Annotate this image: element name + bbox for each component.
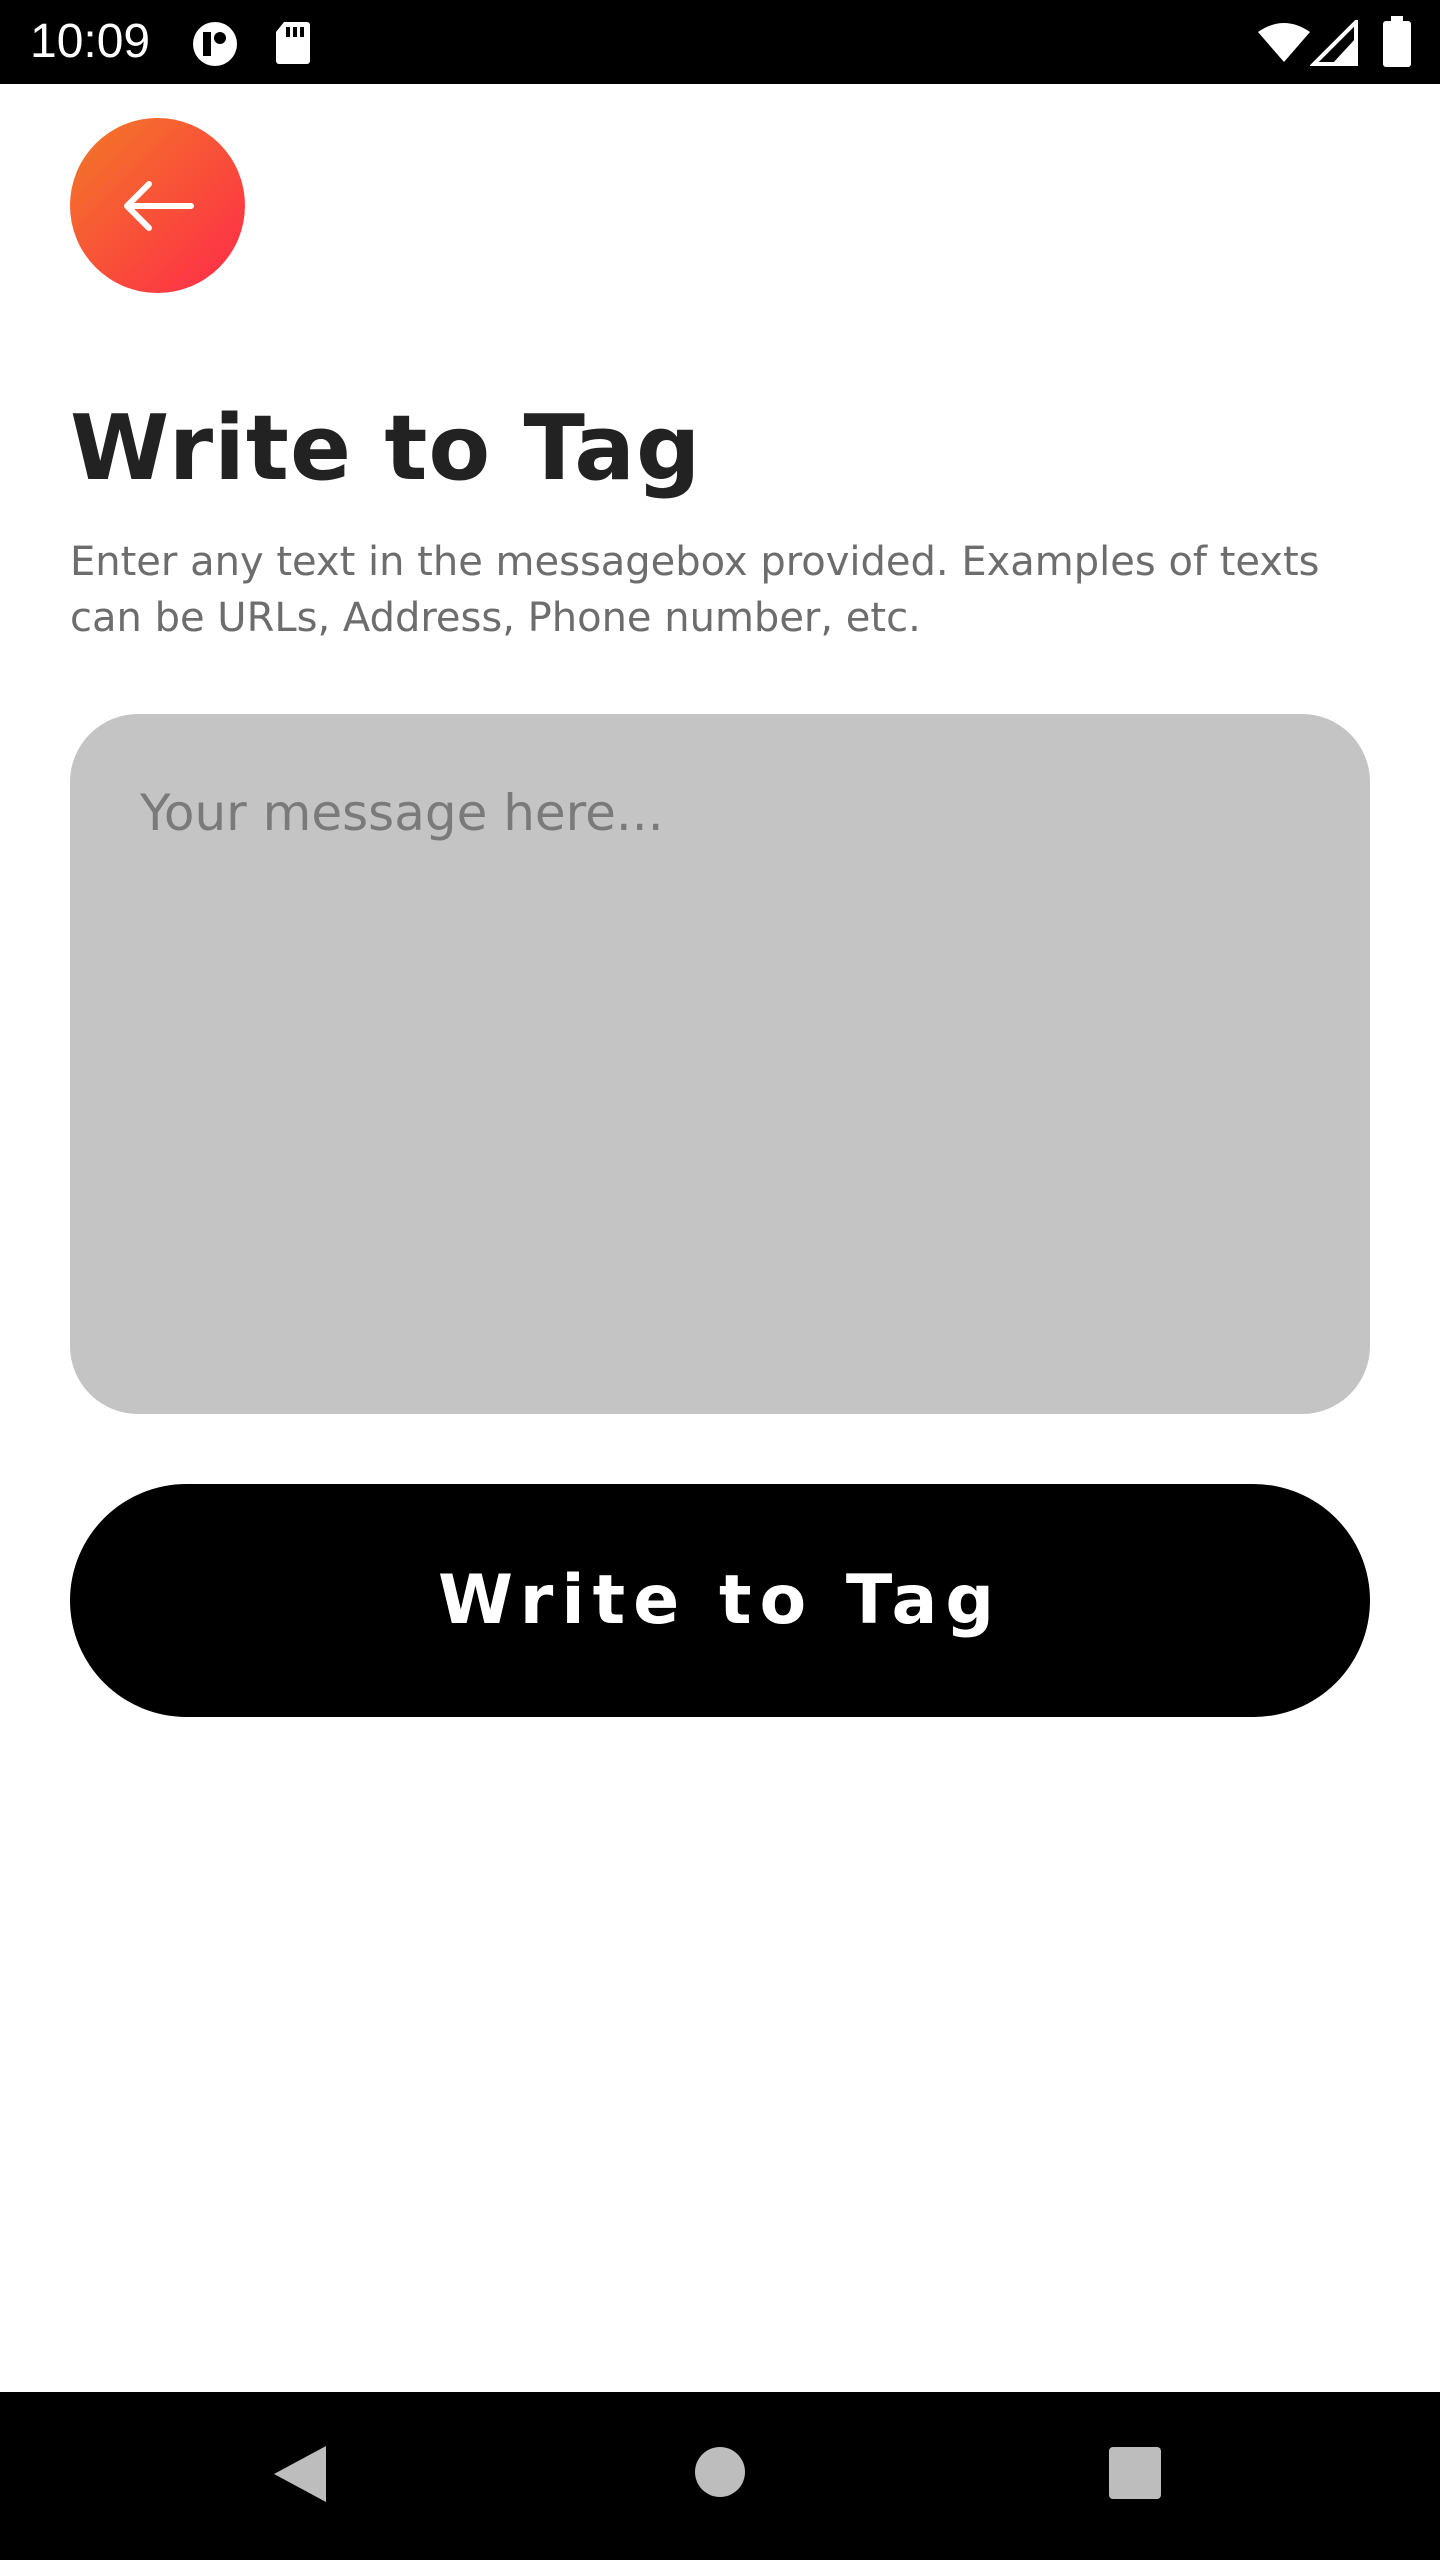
write-to-tag-button[interactable]: Write to Tag: [70, 1484, 1370, 1717]
wifi-icon: [1256, 20, 1312, 69]
recents-square-icon[interactable]: [1108, 2446, 1162, 2505]
sd-card-icon: [274, 20, 312, 71]
back-triangle-icon[interactable]: [272, 2444, 328, 2509]
status-time: 10:09: [30, 15, 151, 68]
status-bar: 10:09: [0, 0, 1440, 84]
page-title: Write to Tag: [70, 396, 702, 501]
content-area: Write to Tag Enter any text in the messa…: [0, 84, 1440, 2392]
cellular-signal-icon: [1309, 17, 1360, 71]
home-circle-icon[interactable]: [694, 2446, 746, 2503]
navigation-bar: [0, 2392, 1440, 2560]
back-button[interactable]: [70, 118, 245, 293]
media-icon: [190, 20, 240, 73]
message-input[interactable]: [70, 714, 1370, 1414]
page-description: Enter any text in the messagebox provide…: [70, 539, 1320, 641]
arrow-left-icon: [121, 180, 195, 232]
battery-icon: [1382, 16, 1412, 73]
